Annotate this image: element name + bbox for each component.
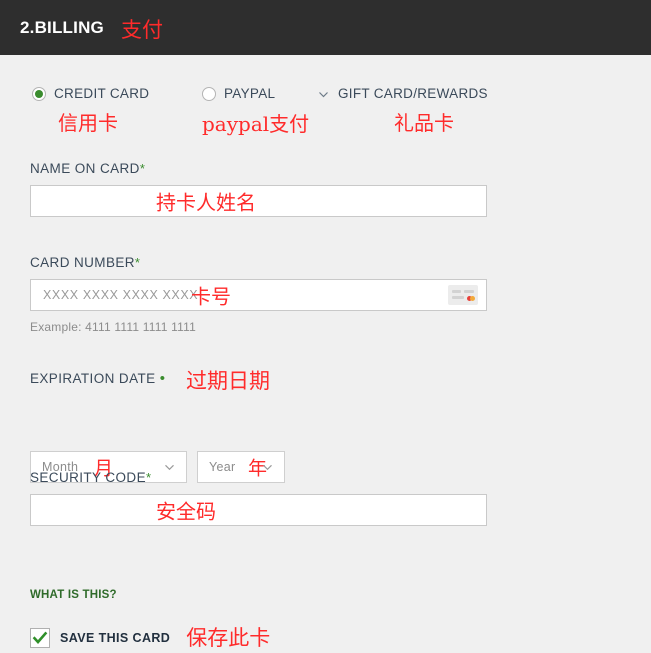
- payment-option-credit-card[interactable]: CREDIT CARD: [32, 86, 149, 101]
- security-code-help-link[interactable]: WHAT IS THIS?: [30, 589, 117, 601]
- annotation-name-on-card: 持卡人姓名: [156, 190, 256, 215]
- name-on-card-input[interactable]: 持卡人姓名: [30, 185, 487, 217]
- security-code-input[interactable]: 安全码: [30, 494, 487, 526]
- save-this-card-label: SAVE THIS CARD: [60, 631, 171, 645]
- page-title-annotation: 支付: [120, 17, 163, 42]
- payment-method-options: CREDIT CARD PAYPAL GIFT CARD/REWARDS: [32, 86, 552, 108]
- security-code-label: SECURITY CODE*: [30, 470, 151, 485]
- annotation-card-number: 卡号: [191, 284, 231, 309]
- radio-paypal-icon[interactable]: [202, 86, 216, 101]
- save-this-card-row[interactable]: SAVE THIS CARD 保存此卡: [30, 623, 270, 653]
- payment-option-credit-card-label: CREDIT CARD: [54, 86, 150, 101]
- card-number-required-marker: *: [134, 255, 141, 270]
- annotation-security-code: 安全码: [156, 499, 216, 524]
- payment-option-gift-card[interactable]: GIFT CARD/REWARDS: [317, 86, 488, 101]
- annotation-paypal: paypal支付: [202, 112, 310, 136]
- security-code-label-text: SECURITY CODE: [30, 470, 146, 485]
- name-on-card-label: NAME ON CARD*: [30, 161, 145, 176]
- expiration-date-label: EXPIRATION DATE •: [30, 370, 165, 387]
- payment-method-annotations: 信用卡 paypal支付 礼品卡: [32, 107, 552, 136]
- payment-option-paypal-label: PAYPAL: [224, 86, 276, 101]
- card-number-label-text: CARD NUMBER: [30, 255, 135, 270]
- chevron-down-icon[interactable]: [317, 88, 330, 101]
- radio-credit-card-icon[interactable]: [32, 86, 46, 101]
- card-number-helper-text: Example: 4111 1111 1111 1111: [30, 320, 196, 334]
- expiration-year-value: Year: [209, 460, 236, 474]
- credit-card-icon: [448, 285, 478, 305]
- chevron-down-icon[interactable]: [261, 461, 274, 474]
- checkbox-save-this-card-icon[interactable]: [30, 628, 50, 648]
- name-on-card-label-text: NAME ON CARD: [30, 161, 140, 176]
- annotation-expiration-date: 过期日期: [186, 369, 270, 393]
- card-number-placeholder: XXXX XXXX XXXX XXXX: [43, 288, 199, 302]
- card-number-input[interactable]: XXXX XXXX XXXX XXXX 卡号: [30, 279, 487, 311]
- card-number-label: CARD NUMBER*: [30, 255, 140, 270]
- expiration-date-label-text: EXPIRATION DATE: [30, 371, 156, 386]
- payment-option-gift-card-label: GIFT CARD/REWARDS: [338, 86, 488, 101]
- payment-option-paypal[interactable]: PAYPAL: [202, 86, 275, 101]
- billing-step-header: 2.BILLING 支付: [0, 0, 651, 55]
- annotation-gift-card: 礼品卡: [394, 111, 454, 135]
- page-title: 2.BILLING: [20, 17, 104, 37]
- name-on-card-required-marker: *: [139, 161, 146, 176]
- expiration-date-required-marker: •: [159, 370, 166, 387]
- chevron-down-icon[interactable]: [163, 461, 176, 474]
- annotation-save-this-card: 保存此卡: [186, 626, 271, 650]
- expiration-year-select[interactable]: Year 年: [197, 451, 285, 483]
- security-code-required-marker: *: [145, 470, 152, 485]
- annotation-credit-card: 信用卡: [58, 111, 118, 135]
- billing-form: CREDIT CARD PAYPAL GIFT CARD/REWARDS 信用卡…: [0, 55, 651, 650]
